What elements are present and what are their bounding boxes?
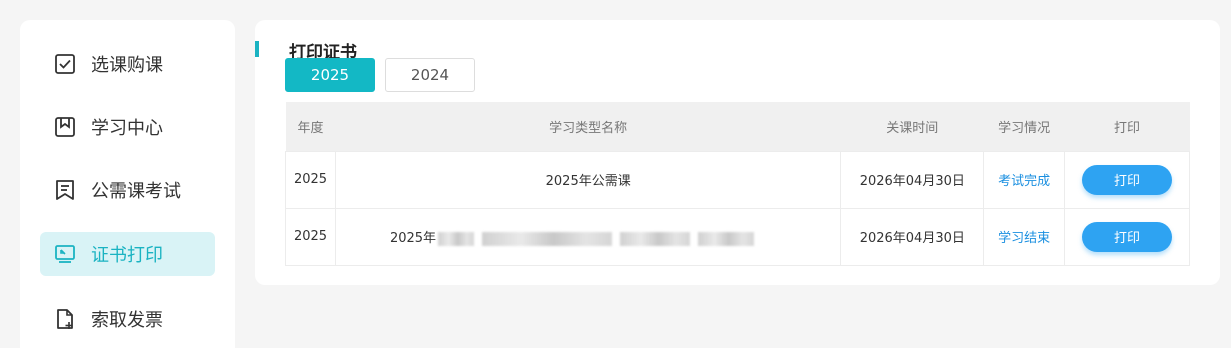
cell-print: 打印	[1064, 150, 1190, 209]
table-header-row: 年度 学习类型名称 关课时间 学习情况 打印	[285, 102, 1190, 151]
sidebar-item-label: 证书打印	[91, 245, 163, 266]
status-link[interactable]: 学习结束	[998, 231, 1050, 246]
cell-study-status: 学习结束	[983, 207, 1066, 266]
cell-study-type: 2025年公需课	[334, 150, 842, 209]
print-button[interactable]: 打印	[1082, 164, 1173, 195]
sidebar-item-study-center[interactable]: 学习中心	[40, 105, 215, 149]
sidebar-item-label: 索取发票	[91, 310, 163, 331]
sidebar-item-public-exam[interactable]: 公需课考试	[40, 168, 215, 212]
header-study-type: 学习类型名称	[335, 102, 841, 151]
cell-year: 2025	[285, 207, 336, 266]
title-accent-bar	[255, 41, 259, 57]
sidebar-item-label: 选课购课	[91, 55, 163, 76]
bookmark-icon	[55, 117, 75, 137]
table-row: 2025 2025年 2026年04月30日 学习结束 打印	[285, 207, 1190, 266]
header-print: 打印	[1064, 102, 1190, 151]
redacted-text	[438, 231, 475, 246]
status-link[interactable]: 考试完成	[998, 174, 1050, 189]
exam-icon	[56, 180, 74, 200]
file-plus-icon	[57, 309, 73, 329]
redacted-text	[698, 231, 755, 246]
header-study-status: 学习情况	[983, 102, 1065, 151]
redacted-text	[482, 231, 613, 246]
sidebar-item-course-selection[interactable]: 选课购课	[40, 42, 215, 86]
tab-year-2024[interactable]: 2024	[385, 58, 475, 92]
cell-close-time: 2026年04月30日	[840, 150, 985, 209]
sidebar-item-label: 公需课考试	[91, 181, 181, 202]
cell-close-time: 2026年04月30日	[840, 207, 985, 266]
certificate-table: 年度 学习类型名称 关课时间 学习情况 打印 2025 2025年公需课 202…	[285, 102, 1190, 266]
tab-year-2025[interactable]: 2025	[285, 58, 375, 92]
header-year: 年度	[285, 102, 336, 151]
main-panel: 打印证书 2025 2024 年度 学习类型名称 关课时间 学习情况 打印 20…	[255, 20, 1220, 285]
cell-year: 2025	[285, 150, 336, 209]
sidebar-item-invoice[interactable]: 索取发票	[40, 297, 215, 341]
redacted-text	[620, 231, 691, 246]
monitor-certificate-icon	[55, 245, 75, 263]
sidebar-item-certificate-print[interactable]: 证书打印	[40, 232, 215, 276]
table-row: 2025 2025年公需课 2026年04月30日 考试完成 打印	[285, 150, 1190, 209]
cell-study-type: 2025年	[334, 207, 842, 266]
study-type-text: 2025年	[389, 231, 437, 246]
print-button[interactable]: 打印	[1082, 221, 1173, 252]
checkbox-icon	[55, 54, 75, 74]
cell-print: 打印	[1064, 207, 1190, 266]
sidebar: 选课购课 学习中心 公需课考试 证书打印 索取发票	[20, 20, 235, 348]
header-close-time: 关课时间	[840, 102, 984, 151]
sidebar-item-label: 学习中心	[91, 118, 163, 139]
cell-study-status: 考试完成	[983, 150, 1066, 209]
